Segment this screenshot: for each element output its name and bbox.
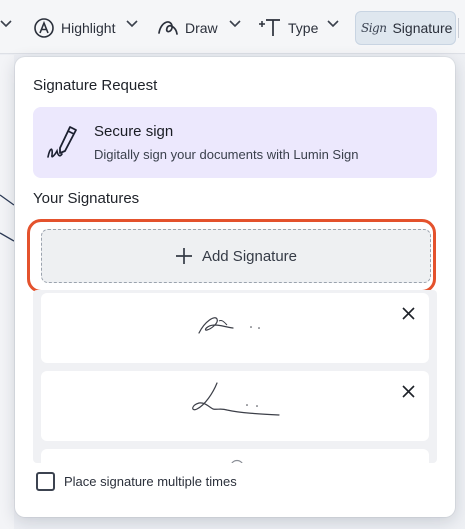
- type-label: Type: [288, 19, 319, 36]
- chevron-down-icon[interactable]: [229, 19, 241, 29]
- add-signature-button[interactable]: Add Signature: [41, 229, 431, 283]
- document-canvas: [0, 55, 15, 529]
- your-signatures-title: Your Signatures: [33, 190, 140, 207]
- close-icon[interactable]: [402, 385, 415, 398]
- draw-icon: [158, 20, 178, 35]
- secure-sign-description: Digitally sign your documents with Lumin…: [94, 147, 359, 162]
- place-multiple-row[interactable]: Place signature multiple times: [36, 470, 237, 492]
- saved-signature-item[interactable]: [41, 293, 429, 363]
- signature-image: [192, 382, 280, 416]
- chevron-down-icon[interactable]: [0, 19, 12, 29]
- signature-tool[interactable]: Sign Signature: [355, 11, 456, 45]
- chevron-down-icon[interactable]: [126, 19, 138, 29]
- saved-signature-item[interactable]: [41, 449, 429, 463]
- type-icon: [259, 18, 280, 36]
- draw-label: Draw: [185, 19, 218, 36]
- plus-icon: [175, 248, 192, 264]
- draw-tool[interactable]: Draw: [157, 11, 218, 44]
- toolbar-divider: [458, 18, 459, 38]
- chevron-down-icon[interactable]: [327, 19, 339, 29]
- saved-signature-item[interactable]: [41, 371, 429, 441]
- place-multiple-label: Place signature multiple times: [64, 473, 237, 489]
- type-tool[interactable]: Type: [258, 11, 318, 44]
- signature-icon: Sign: [361, 21, 387, 35]
- pen-sign-icon: [47, 126, 77, 158]
- secure-sign-card[interactable]: Secure sign Digitally sign your document…: [33, 107, 437, 178]
- saved-signatures-list: [33, 290, 437, 463]
- signature-image: [231, 459, 243, 463]
- secure-sign-title: Secure sign: [94, 123, 174, 140]
- highlight-label: Highlight: [61, 19, 116, 36]
- signature-panel: Signature Request Secure sign Digitally …: [15, 57, 455, 517]
- signature-image: [198, 317, 260, 334]
- highlight-icon: [34, 17, 54, 38]
- add-signature-label: Add Signature: [201, 247, 298, 265]
- annotation-toolbar: Highlight Draw Type Sign Signature: [0, 0, 465, 54]
- highlight-tool[interactable]: Highlight: [33, 11, 115, 44]
- place-multiple-checkbox[interactable]: [36, 471, 55, 491]
- close-icon[interactable]: [402, 307, 415, 320]
- signature-label: Signature: [392, 20, 453, 36]
- signature-request-title: Signature Request: [33, 77, 158, 94]
